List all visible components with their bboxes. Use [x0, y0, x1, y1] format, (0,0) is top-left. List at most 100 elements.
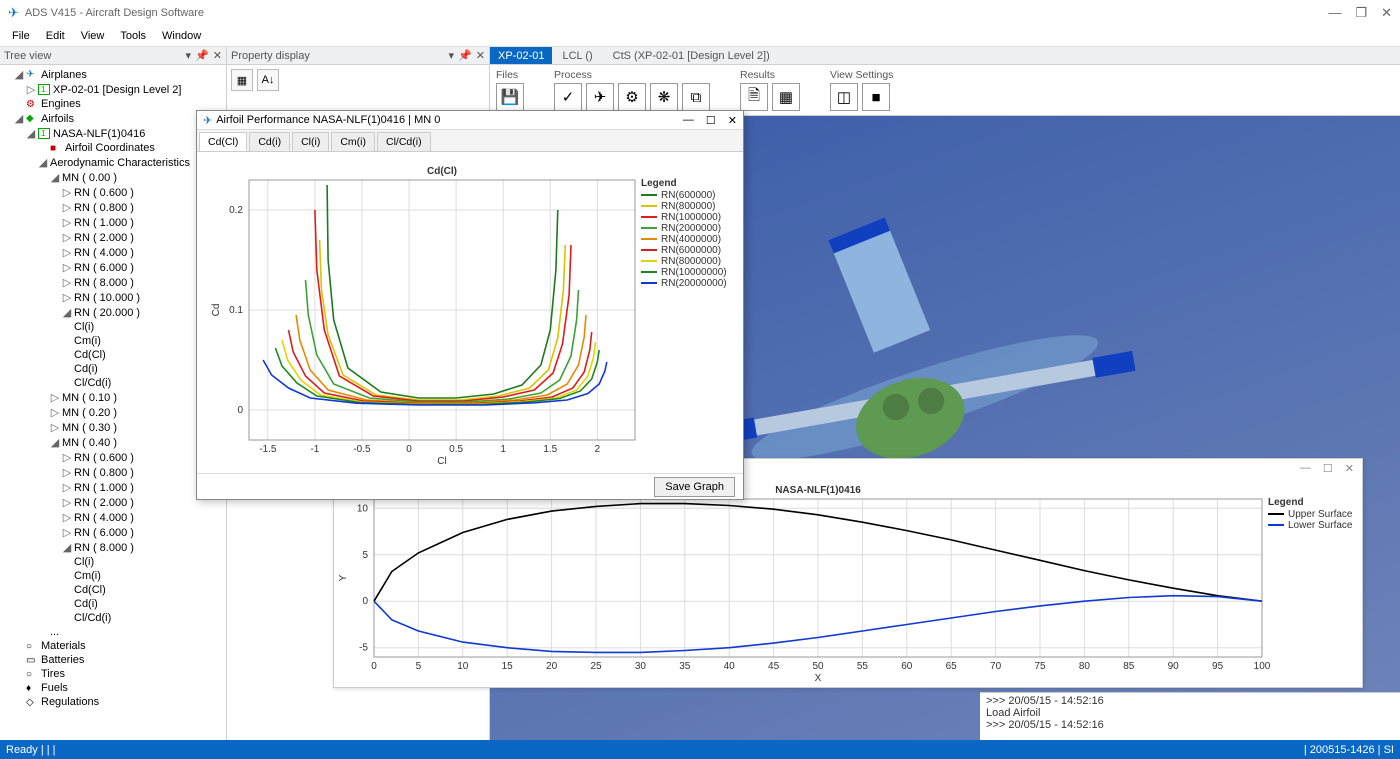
layers-icon[interactable]: ◫ — [830, 83, 858, 111]
close-icon[interactable]: ✕ — [728, 114, 737, 127]
tree-mn010[interactable]: ▷MN ( 0.10 ) — [0, 390, 226, 405]
tree-airfoils[interactable]: ◢◆Airfoils — [0, 111, 226, 126]
dropdown-icon[interactable]: ▾ — [186, 49, 192, 62]
menu-tools[interactable]: Tools — [112, 28, 154, 44]
tree-rn[interactable]: ▷RN ( 4.000 ) — [0, 245, 226, 260]
svg-text:0.1: 0.1 — [229, 305, 243, 316]
tree-regs[interactable]: ◇Regulations — [0, 695, 226, 709]
menu-view[interactable]: View — [73, 28, 113, 44]
perf-tab-cdcl[interactable]: Cd(Cl) — [199, 132, 247, 151]
tree-rn[interactable]: ▷RN ( 1.000 ) — [0, 215, 226, 230]
tree-rn80-open[interactable]: ◢RN ( 8.000 ) — [0, 540, 226, 555]
perf-tab-clcdi[interactable]: Cl/Cd(i) — [377, 132, 431, 151]
pin-icon[interactable]: 📌 — [458, 49, 472, 62]
pin-icon[interactable]: 📌 — [195, 49, 209, 62]
tree-mn040[interactable]: ◢MN ( 0.40 ) — [0, 435, 226, 450]
tree-fuels[interactable]: ♦Fuels — [0, 681, 226, 695]
tree-rn200[interactable]: ◢RN ( 20.000 ) — [0, 305, 226, 320]
tree-xp0201[interactable]: ▷1XP-02-01 [Design Level 2] — [0, 82, 226, 97]
maximize-icon[interactable]: ☐ — [706, 114, 716, 127]
gear-icon[interactable]: ⚙ — [618, 83, 646, 111]
svg-text:15: 15 — [502, 661, 514, 672]
menu-window[interactable]: Window — [154, 28, 209, 44]
solid-icon[interactable]: ■ — [862, 83, 890, 111]
tree-rn[interactable]: ▷RN ( 4.000 ) — [0, 510, 226, 525]
toolbar-group-files: Files — [496, 69, 524, 81]
sort-icon[interactable]: A↓ — [257, 69, 279, 91]
svg-text:RN(20000000): RN(20000000) — [661, 278, 727, 289]
tree-leaf[interactable]: Cl/Cd(i) — [0, 611, 226, 625]
document-tabstrip: XP-02-01 LCL () CtS (XP-02-01 [Design Le… — [490, 47, 1400, 65]
tree-aero[interactable]: ◢Aerodynamic Characteristics — [0, 155, 226, 170]
tree-batteries[interactable]: ▭Batteries — [0, 653, 226, 667]
tree-mn000[interactable]: ◢MN ( 0.00 ) — [0, 170, 226, 185]
tree-leaf[interactable]: Cm(i) — [0, 334, 226, 348]
tree-leaf[interactable]: Cd(Cl) — [0, 583, 226, 597]
tree-rn[interactable]: ▷RN ( 1.000 ) — [0, 480, 226, 495]
svg-text:5: 5 — [362, 550, 368, 561]
svg-text:95: 95 — [1212, 661, 1224, 672]
svg-text:25: 25 — [590, 661, 602, 672]
check-icon[interactable]: ✓ — [554, 83, 582, 111]
tab-cts[interactable]: CtS (XP-02-01 [Design Level 2]) — [603, 48, 780, 64]
tree-leaf[interactable]: Cl(i) — [0, 320, 226, 334]
plane-icon[interactable]: ✈ — [586, 83, 614, 111]
minimize-icon[interactable]: — — [683, 114, 694, 127]
close-icon[interactable]: ✕ — [1345, 462, 1354, 475]
save-graph-button[interactable]: Save Graph — [654, 477, 735, 497]
tree-leaf[interactable]: Cd(Cl) — [0, 348, 226, 362]
menu-edit[interactable]: Edit — [38, 28, 73, 44]
grid-icon[interactable]: ▦ — [772, 83, 800, 111]
minimize-icon[interactable]: — — [1328, 5, 1341, 21]
close-panel-icon[interactable]: ✕ — [476, 49, 485, 62]
tree-leaf[interactable]: Cd(i) — [0, 362, 226, 376]
tree-leaf[interactable]: Cd(i) — [0, 597, 226, 611]
tree-materials[interactable]: ○Materials — [0, 639, 226, 653]
tree-leaf[interactable]: Cl/Cd(i) — [0, 376, 226, 390]
categorize-icon[interactable]: ▦ — [231, 69, 253, 91]
menu-file[interactable]: File — [4, 28, 38, 44]
tree-rn[interactable]: ▷RN ( 0.800 ) — [0, 200, 226, 215]
perf-tab-cli[interactable]: Cl(i) — [292, 132, 329, 151]
perf-window-titlebar[interactable]: ✈ Airfoil Performance NASA-NLF(1)0416 | … — [197, 111, 743, 130]
tree-mn020[interactable]: ▷MN ( 0.20 ) — [0, 405, 226, 420]
close-icon[interactable]: ✕ — [1381, 5, 1392, 21]
mesh-icon[interactable]: ❋ — [650, 83, 678, 111]
tree-mn030[interactable]: ▷MN ( 0.30 ) — [0, 420, 226, 435]
tree-nasa-nlf[interactable]: ◢1NASA-NLF(1)0416 — [0, 126, 226, 141]
tree-airplanes[interactable]: ◢✈Airplanes — [0, 67, 226, 82]
svg-text:20: 20 — [546, 661, 558, 672]
svg-text:50: 50 — [812, 661, 824, 672]
tree-engines[interactable]: ⚙Engines — [0, 97, 226, 111]
copy-icon[interactable]: ⧉ — [682, 83, 710, 111]
tree-rn[interactable]: ▷RN ( 6.000 ) — [0, 525, 226, 540]
minimize-icon[interactable]: — — [1300, 462, 1311, 474]
property-panel-header: Property display ▾📌✕ — [227, 47, 489, 65]
tab-xp0201[interactable]: XP-02-01 — [490, 47, 552, 64]
tree-rn[interactable]: ▷RN ( 10.000 ) — [0, 290, 226, 305]
airfoil-performance-window[interactable]: ✈ Airfoil Performance NASA-NLF(1)0416 | … — [196, 110, 744, 500]
close-panel-icon[interactable]: ✕ — [213, 49, 222, 62]
maximize-icon[interactable]: ☐ — [1323, 462, 1333, 475]
tree-rn[interactable]: ▷RN ( 6.000 ) — [0, 260, 226, 275]
tree-rn[interactable]: ▷RN ( 2.000 ) — [0, 230, 226, 245]
report-icon[interactable]: 🗎 — [740, 83, 768, 111]
tree-more[interactable]: ... — [0, 625, 226, 639]
tree-coords[interactable]: ■Airfoil Coordinates — [0, 141, 226, 155]
maximize-icon[interactable]: ❐ — [1355, 5, 1367, 21]
tree-rn[interactable]: ▷RN ( 8.000 ) — [0, 275, 226, 290]
tab-lcl[interactable]: LCL () — [552, 48, 602, 64]
tree-leaf[interactable]: Cl(i) — [0, 555, 226, 569]
console-left: >>> 20/05/15 - 14:52:16 Load Airfoil >>>… — [986, 695, 1400, 738]
tree-leaf[interactable]: Cm(i) — [0, 569, 226, 583]
tree-rn[interactable]: ▷RN ( 0.600 ) — [0, 450, 226, 465]
tree-rn[interactable]: ▷RN ( 0.800 ) — [0, 465, 226, 480]
tree-tires[interactable]: ○Tires — [0, 667, 226, 681]
dropdown-icon[interactable]: ▾ — [449, 49, 455, 62]
tree-rn[interactable]: ▷RN ( 0.600 ) — [0, 185, 226, 200]
perf-tab-cmi[interactable]: Cm(i) — [331, 132, 375, 151]
perf-tab-cdi[interactable]: Cd(i) — [249, 132, 290, 151]
save-icon[interactable]: 💾 — [496, 83, 524, 111]
tree-view[interactable]: ◢✈Airplanes ▷1XP-02-01 [Design Level 2] … — [0, 65, 226, 740]
tree-rn[interactable]: ▷RN ( 2.000 ) — [0, 495, 226, 510]
